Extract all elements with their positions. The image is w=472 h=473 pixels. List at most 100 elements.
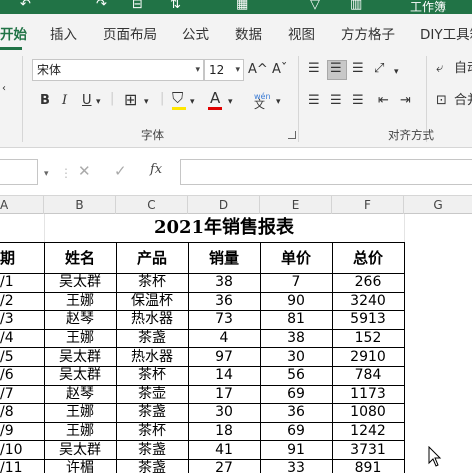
tab-diy-tools[interactable]: DIY工具箱 xyxy=(420,23,472,43)
cancel-icon[interactable]: ✕ xyxy=(78,162,91,180)
merge-center-icon[interactable]: ⊡ xyxy=(436,92,447,110)
sort-icon[interactable]: ⇅ xyxy=(170,0,181,12)
insert-function-icon[interactable]: fx xyxy=(150,162,162,177)
worksheet-grid[interactable]: 2021年销售报表 期姓名 产品 销量 单价 总价/1 吴太群 茶杯 38 7 266/2 王娜 保温… xyxy=(0,214,472,473)
table-cell[interactable]: 1080 xyxy=(331,403,405,423)
table-cell[interactable]: 赵琴 xyxy=(43,384,117,405)
tab-fangfang[interactable]: 方方格子 xyxy=(341,23,395,43)
table-cell[interactable]: /9 xyxy=(0,421,45,442)
grow-font-icon[interactable]: A^ xyxy=(248,61,268,79)
table-cell[interactable]: 7 xyxy=(259,273,333,293)
wrap-text-icon[interactable]: ⤶ xyxy=(436,60,443,78)
table-cell[interactable]: 69 xyxy=(259,421,333,442)
table-cell[interactable]: 茶盏 xyxy=(115,403,189,423)
table-cell[interactable]: 266 xyxy=(331,273,405,293)
table-cell[interactable]: 茶杯 xyxy=(115,273,189,293)
tab-formulas[interactable]: 公式 xyxy=(182,23,209,43)
name-box[interactable] xyxy=(0,159,38,185)
table-cell[interactable]: 17 xyxy=(187,384,261,405)
table-cell[interactable]: 30 xyxy=(259,347,333,367)
column-header-e[interactable]: E xyxy=(260,196,332,214)
table-cell[interactable]: 81 xyxy=(259,310,333,330)
merge-center-button[interactable]: 合并 xyxy=(454,92,472,110)
table-cell[interactable]: 茶盏 xyxy=(115,458,189,473)
table-cell[interactable]: 许楣 xyxy=(43,458,117,473)
table-cell[interactable]: 茶盏 xyxy=(115,440,189,460)
table-cell[interactable]: 69 xyxy=(259,384,333,405)
redo-icon[interactable]: ↷ xyxy=(96,0,107,12)
italic-button[interactable]: I xyxy=(62,92,67,110)
column-header-f[interactable]: F xyxy=(332,196,404,214)
table-cell[interactable]: /3 xyxy=(0,310,45,330)
table-cell[interactable]: 5913 xyxy=(331,310,405,330)
table-cell[interactable]: /10 xyxy=(0,440,45,460)
align-left-icon[interactable]: ☰ xyxy=(308,92,320,110)
table-cell[interactable]: 41 xyxy=(187,440,261,460)
table-cell[interactable]: 27 xyxy=(187,458,261,473)
table-cell[interactable]: 30 xyxy=(187,403,261,423)
chevron-left-icon[interactable]: ‹ xyxy=(2,80,6,98)
column-header-g[interactable]: G xyxy=(404,196,472,214)
column-header-d[interactable]: D xyxy=(188,196,260,214)
table-cell[interactable]: 784 xyxy=(331,365,405,386)
tab-data[interactable]: 数据 xyxy=(235,23,262,43)
chevron-down-icon[interactable]: ▾ xyxy=(190,93,195,111)
wrap-text-button[interactable]: 自动 xyxy=(454,60,472,78)
table-cell[interactable]: 73 xyxy=(187,310,261,330)
table-cell[interactable]: 33 xyxy=(259,458,333,473)
table-header-cell[interactable]: 销量 xyxy=(187,242,261,274)
underline-button[interactable]: U xyxy=(82,92,92,110)
fill-color-icon[interactable]: ⛉ xyxy=(172,89,183,107)
table-cell[interactable]: 吴太群 xyxy=(43,273,117,293)
align-bottom-icon[interactable]: ☰ xyxy=(352,60,364,78)
chevron-down-icon[interactable]: ▾ xyxy=(394,63,399,81)
table-cell[interactable]: 4 xyxy=(187,328,261,349)
table-header-cell[interactable]: 单价 xyxy=(259,242,333,274)
table-cell[interactable]: /1 xyxy=(0,273,45,293)
table-cell[interactable]: 茶杯 xyxy=(115,365,189,386)
font-name-combo[interactable]: 宋体 ▾ xyxy=(32,59,204,81)
chevron-down-icon[interactable]: ▾ xyxy=(235,60,240,80)
table-cell[interactable]: 王娜 xyxy=(43,421,117,442)
table-cell[interactable]: 1242 xyxy=(331,421,405,442)
table-cell[interactable]: 茶杯 xyxy=(115,421,189,442)
table-cell[interactable]: 热水器 xyxy=(115,310,189,330)
table-header-cell[interactable]: 期 xyxy=(0,242,45,274)
table-cell[interactable]: /7 xyxy=(0,384,45,405)
chart-icon[interactable]: ▥ xyxy=(350,0,362,12)
table-cell[interactable]: 王娜 xyxy=(43,403,117,423)
enter-icon[interactable]: ✓ xyxy=(114,162,127,180)
table-cell[interactable]: /11 xyxy=(0,458,45,473)
table-cell[interactable]: 891 xyxy=(331,458,405,473)
column-header-c[interactable]: C xyxy=(116,196,188,214)
table-cell[interactable]: /6 xyxy=(0,365,45,386)
align-center-icon[interactable]: ☰ xyxy=(330,92,342,110)
chevron-down-icon[interactable]: ▾ xyxy=(228,93,233,111)
shrink-font-icon[interactable]: Aˇ xyxy=(272,61,287,79)
font-color-icon[interactable]: A xyxy=(210,89,220,107)
table-icon[interactable]: ▦ xyxy=(236,0,248,12)
table-cell[interactable]: 38 xyxy=(259,328,333,349)
table-header-cell[interactable]: 产品 xyxy=(115,242,189,274)
orientation-icon[interactable]: ⤢ xyxy=(374,60,384,78)
font-dialog-launcher-icon[interactable] xyxy=(288,131,296,139)
tab-view[interactable]: 视图 xyxy=(288,23,315,43)
table-cell[interactable]: 吴太群 xyxy=(43,365,117,386)
table-cell[interactable]: 38 xyxy=(187,273,261,293)
table-cell[interactable]: /4 xyxy=(0,328,45,349)
column-header-a[interactable]: A xyxy=(0,196,44,214)
table-cell[interactable]: 茶盏 xyxy=(115,328,189,349)
formula-input[interactable] xyxy=(180,159,472,185)
table-header-cell[interactable]: 总价 xyxy=(331,242,405,274)
tab-home[interactable]: 开始 xyxy=(0,23,27,43)
table-cell[interactable]: 18 xyxy=(187,421,261,442)
table-cell[interactable]: /8 xyxy=(0,403,45,423)
tab-insert[interactable]: 插入 xyxy=(50,23,77,43)
chevron-down-icon[interactable]: ▾ xyxy=(276,93,281,111)
tab-page-layout[interactable]: 页面布局 xyxy=(103,23,157,43)
table-header-cell[interactable]: 姓名 xyxy=(43,242,117,274)
table-cell[interactable]: 茶壶 xyxy=(115,384,189,405)
table-cell[interactable]: /5 xyxy=(0,347,45,367)
decrease-indent-icon[interactable]: ⇤ xyxy=(378,92,389,110)
table-cell[interactable]: 吴太群 xyxy=(43,347,117,367)
